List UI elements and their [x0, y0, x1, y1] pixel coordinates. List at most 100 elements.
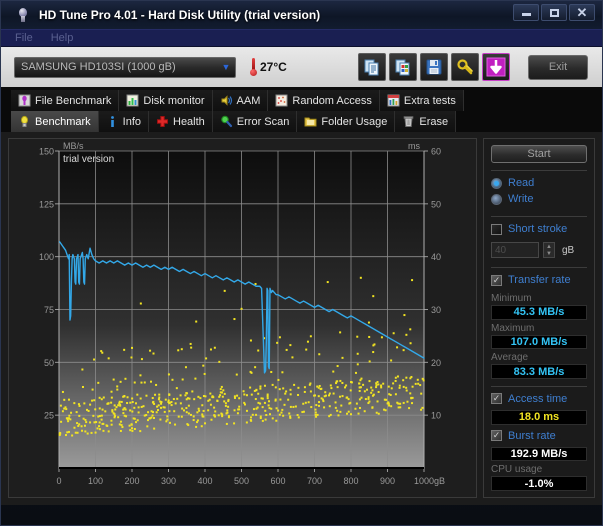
svg-text:30: 30: [431, 305, 441, 315]
divider: [491, 386, 587, 387]
svg-text:MB/s: MB/s: [63, 141, 84, 151]
checkbox-burst-rate[interactable]: ✓ Burst rate: [491, 430, 587, 442]
cpu-usage-value: -1.0%: [491, 476, 587, 491]
checkbox-short-stroke[interactable]: Short stroke: [491, 223, 587, 235]
svg-text:40: 40: [431, 252, 441, 262]
window-controls: ✕: [513, 4, 595, 21]
checkbox-access-time[interactable]: ✓ Access time: [491, 393, 587, 405]
error-scan-magnifier-icon: [220, 115, 233, 128]
tab-aam[interactable]: AAM: [212, 90, 269, 111]
checkbox-transfer-rate-icon: ✓: [491, 274, 502, 286]
tab-label: Random Access: [292, 94, 372, 107]
radio-write-icon: [491, 193, 502, 205]
tab-disk-monitor[interactable]: Disk monitor: [119, 90, 213, 111]
tab-erase[interactable]: Erase: [395, 111, 457, 132]
checkbox-burst-rate-icon: ✓: [491, 430, 502, 442]
checkbox-transfer-rate-label: Transfer rate: [508, 274, 571, 287]
svg-text:300: 300: [161, 476, 176, 486]
copy-text-button[interactable]: [358, 53, 386, 81]
svg-text:50: 50: [44, 358, 54, 368]
disk-monitor-icon: [126, 94, 139, 107]
erase-trash-icon: [402, 115, 415, 128]
health-cross-icon: [156, 115, 169, 128]
svg-text:1000: 1000: [414, 476, 434, 486]
drive-select-label: SAMSUNG HD103SI (1000 gB): [21, 61, 176, 73]
tab-label: File Benchmark: [35, 94, 112, 107]
tab-folder-usage[interactable]: Folder Usage: [297, 111, 396, 132]
cpu-usage-label: CPU usage: [491, 464, 543, 476]
chevron-down-icon: ▼: [221, 62, 231, 72]
tab-info[interactable]: Info: [98, 111, 149, 132]
tab-label: Folder Usage: [321, 115, 388, 128]
svg-text:75: 75: [44, 305, 54, 315]
tab-label: AAM: [236, 94, 261, 107]
svg-text:50: 50: [431, 199, 441, 209]
tab-label: Benchmark: [35, 115, 91, 128]
random-access-icon: [275, 94, 288, 107]
tab-health[interactable]: Health: [149, 111, 213, 132]
maximum-label: Maximum: [491, 322, 535, 334]
maximum-value: 107.0 MB/s: [491, 334, 587, 350]
settings-button[interactable]: [451, 53, 479, 81]
minimum-label: Minimum: [491, 293, 532, 305]
burst-rate-value: 192.9 MB/s: [491, 446, 587, 462]
drive-select[interactable]: SAMSUNG HD103SI (1000 gB) ▼: [14, 56, 236, 78]
radio-read-label: Read: [508, 177, 535, 190]
content-area: 25 50 75 100 125 150 10 20 30 40 50 60 0 100 200 300 400…: [1, 132, 602, 505]
save-button[interactable]: [420, 53, 448, 81]
radio-read[interactable]: Read: [491, 177, 587, 189]
svg-text:500: 500: [234, 476, 249, 486]
radio-write-label: Write: [508, 193, 534, 206]
radio-read-icon: [491, 177, 502, 189]
divider: [491, 170, 587, 172]
download-button[interactable]: [482, 53, 510, 81]
maximize-button[interactable]: [541, 4, 567, 21]
tab-extra-tests[interactable]: Extra tests: [379, 90, 464, 111]
radio-write[interactable]: Write: [491, 193, 587, 205]
checkbox-burst-rate-label: Burst rate: [508, 429, 556, 442]
settings-icon: [457, 59, 473, 75]
menu-file[interactable]: File: [15, 32, 33, 44]
access-time-value: 18.0 ms: [491, 409, 587, 425]
minimize-button[interactable]: [513, 4, 539, 21]
options-panel: Start Read Write Short stroke 40 ▲▼ gB: [483, 138, 595, 498]
copy-image-icon: [395, 59, 410, 76]
toolbar: SAMSUNG HD103SI (1000 gB) ▼ 27°C Exit: [1, 47, 602, 87]
extra-tests-icon: [387, 94, 400, 107]
tab-label: Erase: [419, 115, 449, 128]
svg-text:25: 25: [44, 411, 54, 421]
tab-label: Info: [122, 115, 141, 128]
divider: [491, 267, 587, 269]
short-stroke-unit: gB: [562, 244, 575, 256]
title-bar: HD Tune Pro 4.01 - Hard Disk Utility (tr…: [1, 1, 602, 29]
folder-usage-icon: [304, 115, 317, 128]
tab-random-access[interactable]: Random Access: [268, 90, 380, 111]
thermometer-icon: [250, 58, 257, 76]
svg-text:10: 10: [431, 411, 441, 421]
save-icon: [426, 59, 442, 75]
file-benchmark-icon: [18, 94, 31, 107]
tab-benchmark[interactable]: Benchmark: [11, 111, 99, 132]
svg-text:gB: gB: [434, 476, 445, 486]
hd-tune-window: HD Tune Pro 4.01 - Hard Disk Utility (tr…: [0, 0, 603, 526]
menu-help[interactable]: Help: [51, 32, 74, 44]
download-icon: [486, 57, 506, 77]
copy-image-button[interactable]: [389, 53, 417, 81]
svg-text:ms: ms: [408, 141, 420, 151]
svg-text:900: 900: [380, 476, 395, 486]
exit-button[interactable]: Exit: [528, 54, 588, 80]
svg-text:trial version: trial version: [63, 154, 114, 165]
short-stroke-stepper[interactable]: ▲ ▼: [543, 242, 555, 259]
svg-text:800: 800: [343, 476, 358, 486]
short-stroke-input[interactable]: 40: [491, 242, 539, 259]
temperature-display: 27°C: [250, 58, 287, 76]
hdtune-logo-icon: [15, 7, 31, 23]
minimum-value: 45.3 MB/s: [491, 305, 587, 320]
tab-file-benchmark[interactable]: File Benchmark: [11, 90, 120, 111]
checkbox-transfer-rate[interactable]: ✓ Transfer rate: [491, 274, 587, 286]
svg-text:600: 600: [270, 476, 285, 486]
tab-bar: File Benchmark Disk monitor AAM Random A…: [1, 87, 602, 132]
close-button[interactable]: ✕: [569, 4, 595, 21]
tab-error-scan[interactable]: Error Scan: [212, 111, 298, 132]
start-button[interactable]: Start: [491, 145, 587, 164]
